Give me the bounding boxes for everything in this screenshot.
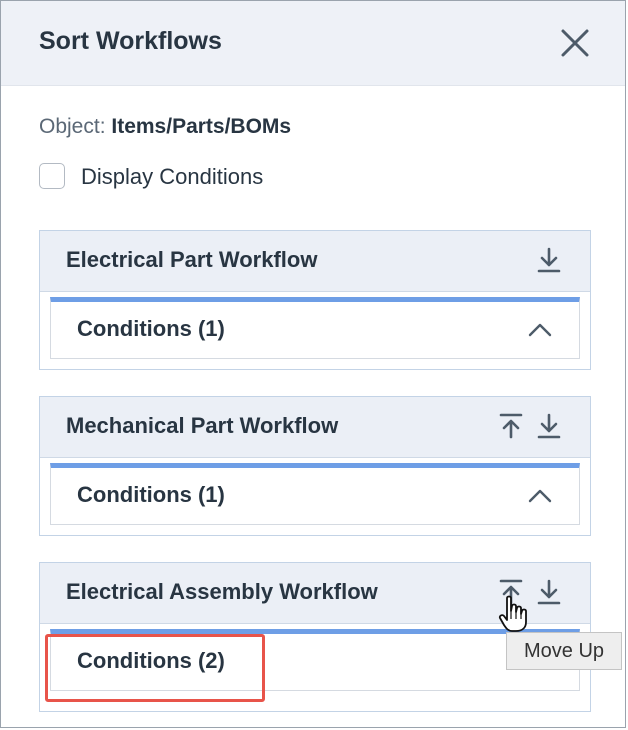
sort-workflows-dialog: Sort Workflows Object: Items/Parts/BOMs … <box>0 0 626 728</box>
object-label: Object: <box>39 115 106 138</box>
conditions-label: Conditions (1) <box>77 316 225 341</box>
display-conditions-checkbox[interactable] <box>39 163 65 189</box>
object-line: Object: Items/Parts/BOMs <box>39 115 291 139</box>
chevron-up-icon[interactable] <box>527 486 553 506</box>
conditions-section[interactable]: Conditions (1) <box>50 297 580 359</box>
workflow-title: Electrical Part Workflow <box>66 247 318 272</box>
workflow-card: Mechanical Part Workflow Conditions (1) <box>39 396 591 536</box>
workflow-header: Mechanical Part Workflow <box>40 397 590 458</box>
workflow-title: Electrical Assembly Workflow <box>66 579 378 604</box>
conditions-label: Conditions (2) <box>77 648 225 673</box>
conditions-section[interactable]: Conditions (2) <box>50 629 580 691</box>
object-value: Items/Parts/BOMs <box>111 115 292 138</box>
conditions-label: Conditions (1) <box>77 482 225 507</box>
move-up-tooltip: Move Up <box>506 632 622 670</box>
dialog-title: Sort Workflows <box>39 27 222 55</box>
move-down-icon[interactable] <box>534 577 564 607</box>
chevron-up-icon[interactable] <box>527 320 553 340</box>
move-down-icon[interactable] <box>534 411 564 441</box>
display-conditions-label: Display Conditions <box>81 164 264 189</box>
move-down-icon[interactable] <box>534 245 564 275</box>
move-to-top-icon[interactable] <box>496 411 526 441</box>
workflow-card: Electrical Part Workflow Conditions (1) <box>39 230 591 370</box>
close-icon[interactable] <box>557 25 593 61</box>
workflow-title: Mechanical Part Workflow <box>66 413 339 438</box>
move-to-top-icon[interactable] <box>496 577 526 607</box>
workflow-header: Electrical Part Workflow <box>40 231 590 292</box>
conditions-section[interactable]: Conditions (1) <box>50 463 580 525</box>
workflow-header: Electrical Assembly Workflow <box>40 563 590 624</box>
dialog-header: Sort Workflows <box>1 1 625 86</box>
